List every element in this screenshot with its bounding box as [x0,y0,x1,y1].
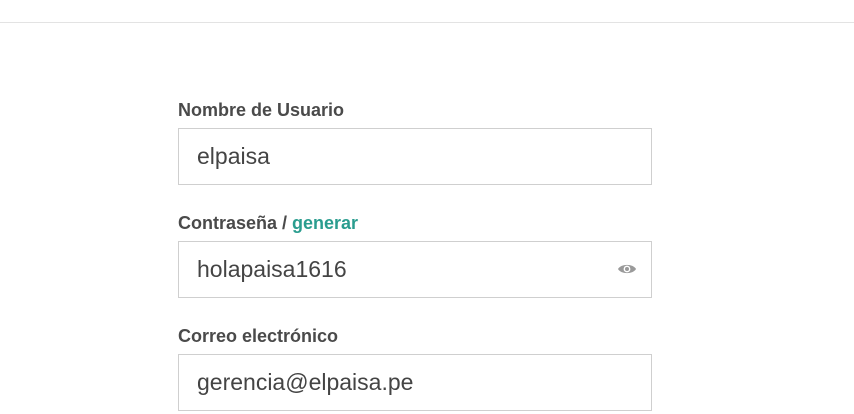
eye-icon[interactable] [617,260,637,278]
email-label: Correo electrónico [178,326,338,347]
generate-password-link[interactable]: generar [292,213,358,233]
password-label: Contraseña / generar [178,213,358,234]
password-field-box [178,241,652,298]
email-field[interactable] [197,355,607,410]
password-label-text: Contraseña / [178,213,293,233]
password-field[interactable] [197,242,607,297]
top-bar: ··· ·· ··· [0,0,854,23]
username-field-box [178,128,652,185]
email-field-box [178,354,652,411]
username-label: Nombre de Usuario [178,100,344,121]
email-label-text: Correo electrónico [178,326,339,346]
header-cut-text: ··· ·· ··· [220,0,272,6]
username-field[interactable] [197,129,607,184]
username-label-text: Nombre de Usuario [178,100,345,120]
